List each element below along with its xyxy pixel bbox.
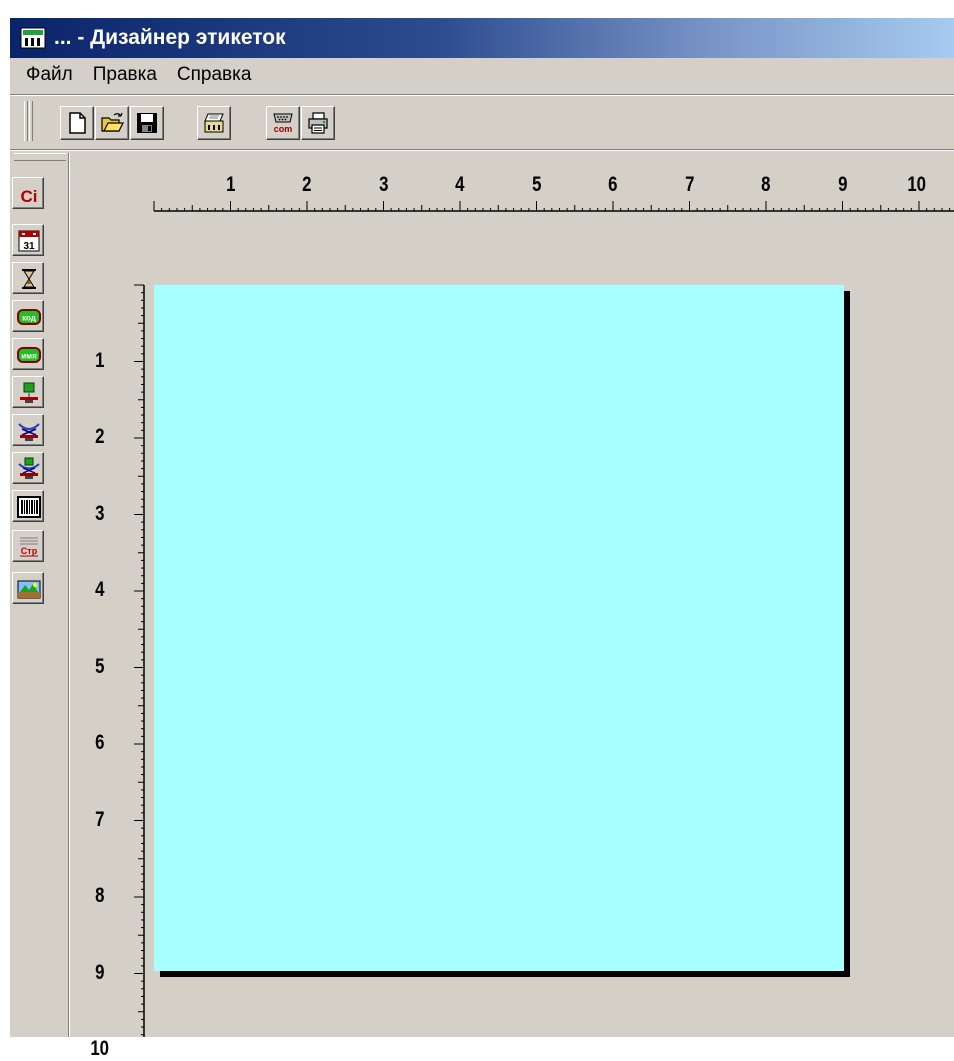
svg-text:Ci: Ci [21,187,38,206]
window-body: Файл Правка Справка com Ci 31 код имя Ст… [10,58,954,1060]
tare-field-button[interactable] [12,414,44,446]
calendar-icon: 31 [18,230,40,252]
barcode-field-button[interactable] [12,490,44,522]
menu-separator [10,94,954,96]
svg-text:com: com [274,124,293,134]
horizontal-ruler [153,201,954,212]
ruler-number: 5 [531,173,542,196]
ruler-number: 5 [95,654,105,678]
code-field-button[interactable]: код [12,300,44,332]
ruler-number: 8 [95,884,105,907]
printer-app-icon [20,26,46,50]
ruler-number: 4 [95,578,105,601]
toolbar-grip[interactable] [24,101,28,141]
ruler-number: 7 [95,807,105,831]
scale-tare-icon [18,423,40,441]
ruler-number: 9 [95,960,105,984]
ruler-number: 6 [608,173,618,196]
label-printer-button[interactable] [197,106,231,140]
scale-net-icon [18,457,40,479]
ruler-number: 3 [378,173,389,196]
com-port-icon: com [273,113,293,134]
net-weight-field-button[interactable] [12,452,44,484]
svg-text:имя: имя [21,352,37,361]
svg-text:Стр: Стр [21,546,38,556]
text-field-button[interactable]: Ci [12,177,44,209]
design-canvas: 1 2 3 4 5 6 7 8 9 10 1 2 3 4 5 6 7 8 9 10 [70,153,954,1060]
ruler-number: 4 [455,173,465,196]
open-folder-icon [101,112,124,132]
weight-field-button[interactable] [12,376,44,408]
ruler-number: 1 [95,348,105,372]
toolbar-separator [10,149,954,151]
time-field-button[interactable] [12,262,44,294]
ruler-number: 7 [684,173,695,196]
print-icon [308,112,328,134]
scale-weight-icon [20,382,38,403]
text-icon: Ci [21,187,38,206]
menu-file[interactable]: Файл [10,64,85,86]
line-field-button[interactable]: Стр [12,530,44,562]
label-printer-icon [204,113,224,133]
menu-help[interactable]: Справка [169,64,264,86]
ruler-number: 2 [302,173,312,196]
name-field-button[interactable]: имя [12,338,44,370]
label-design-area[interactable] [154,285,844,971]
toolbar-grip[interactable] [29,101,33,141]
ruler-number: 10 [90,1037,110,1060]
app-window: ... - Дизайнер этикеток Файл Правка Спра… [0,0,954,1060]
code-field-icon: код [17,309,41,325]
text-lines-icon: Стр [20,537,38,557]
palette-grip[interactable] [14,153,66,161]
date-field-button[interactable]: 31 [12,224,44,256]
window-title: ... - Дизайнер этикеток [54,26,286,49]
barcode-icon [17,496,41,518]
image-field-button[interactable] [12,572,44,604]
toolbar: com [10,97,954,147]
ruler-number: 9 [837,173,848,196]
svg-text:код: код [22,314,36,323]
save-button[interactable] [130,106,164,140]
print-button[interactable] [301,106,335,140]
vertical-ruler [134,284,145,1037]
ruler-number: 1 [225,173,236,196]
svg-text:31: 31 [23,241,35,252]
new-file-icon [69,112,86,134]
tool-palette: Ci 31 код имя Стр [10,153,70,1037]
title-bar[interactable]: ... - Дизайнер этикеток [10,18,954,58]
image-icon [17,580,41,599]
ruler-number: 6 [95,731,105,754]
new-file-button[interactable] [60,106,94,140]
open-file-button[interactable] [95,106,129,140]
menu-edit[interactable]: Правка [85,64,169,86]
name-field-icon: имя [17,347,41,363]
ruler-number: 3 [95,501,105,525]
ruler-number: 8 [761,173,771,196]
save-disk-icon [137,113,157,133]
ruler-number: 10 [907,173,927,196]
ruler-number: 2 [95,425,105,448]
menu-bar: Файл Правка Справка [10,58,954,92]
hourglass-icon [22,269,36,289]
com-port-button[interactable]: com [266,106,300,140]
